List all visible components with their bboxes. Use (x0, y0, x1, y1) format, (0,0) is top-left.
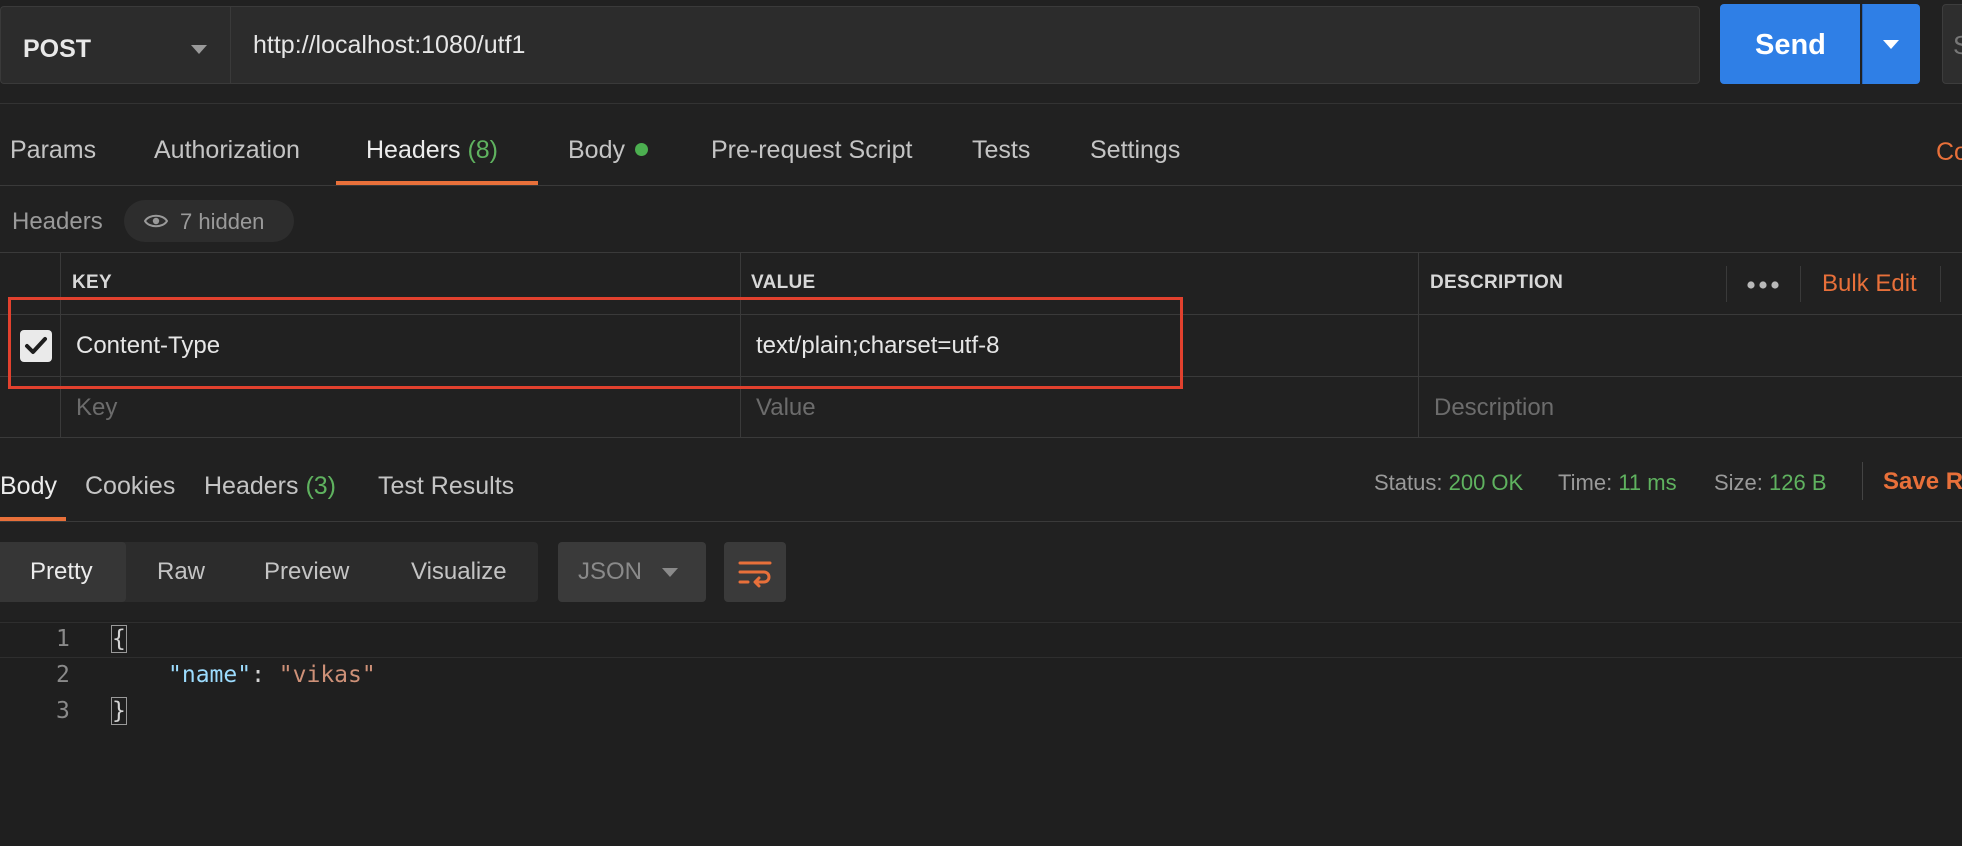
tab-headers[interactable]: Headers (8) (366, 136, 498, 165)
send-button[interactable]: Send (1720, 4, 1860, 84)
cookies-link[interactable]: Co (1936, 138, 1962, 167)
more-options-icon[interactable] (1746, 280, 1780, 290)
json-open-brace: { (111, 625, 127, 653)
tab-params[interactable]: Params (10, 136, 96, 165)
table-divider (0, 314, 1962, 315)
response-view-options: Pretty Raw Preview Visualize (0, 542, 538, 602)
tab-headers-count: (8) (467, 136, 499, 164)
active-tab-indicator (336, 181, 538, 185)
column-header-key: KEY (72, 272, 112, 293)
request-url-bar: POST http://localhost:1080/utf1 Send S (0, 0, 1962, 104)
view-visualize-button[interactable]: Visualize (411, 558, 507, 586)
table-divider (740, 252, 741, 438)
eye-icon (144, 214, 168, 228)
tab-test-results[interactable]: Test Results (378, 472, 514, 501)
status-value: 200 OK (1448, 470, 1524, 495)
tab-authorization[interactable]: Authorization (154, 136, 300, 165)
view-preview-button[interactable]: Preview (264, 558, 349, 586)
headers-section-title: Headers (12, 208, 103, 235)
table-divider (0, 252, 1962, 253)
response-tabs: Body Cookies Headers (3) Test Results St… (0, 440, 1962, 522)
size-label: Size: (1714, 470, 1763, 495)
time-value: 11 ms (1618, 470, 1677, 495)
response-status: Status: 200 OK (1374, 470, 1523, 496)
active-tab-indicator (0, 517, 66, 521)
wrap-lines-icon (738, 561, 772, 588)
url-input[interactable]: http://localhost:1080/utf1 (230, 6, 1700, 84)
header-value-cell[interactable]: text/plain;charset=utf-8 (756, 332, 999, 360)
tab-response-headers[interactable]: Headers (3) (204, 472, 336, 501)
json-key: "name" (168, 662, 252, 688)
send-options-button[interactable] (1862, 4, 1920, 84)
chevron-down-icon (191, 45, 207, 54)
view-pretty-button[interactable]: Pretty (30, 558, 93, 586)
table-divider (0, 376, 1962, 377)
http-method-select[interactable]: POST (0, 6, 230, 84)
hidden-headers-label: 7 hidden (180, 209, 265, 234)
json-close-brace: } (111, 697, 127, 725)
new-header-description-input[interactable]: Description (1434, 394, 1554, 422)
hidden-headers-toggle[interactable]: 7 hidden (124, 200, 294, 242)
checkmark-icon (25, 337, 47, 354)
json-line: "name": "vikas" (168, 662, 376, 688)
new-header-value-input[interactable]: Value (756, 394, 816, 422)
line-number: 1 (56, 626, 70, 652)
json-value: "vikas" (278, 662, 376, 688)
response-format-select[interactable]: JSON (558, 542, 706, 602)
line-number: 2 (56, 662, 70, 688)
tab-response-cookies[interactable]: Cookies (85, 472, 175, 501)
tab-tests[interactable]: Tests (972, 136, 1030, 165)
header-key-cell[interactable]: Content-Type (76, 332, 220, 360)
table-divider (1800, 266, 1801, 302)
headers-table: KEY VALUE DESCRIPTION Bulk Edit Content-… (0, 252, 1962, 438)
save-response-button[interactable]: Save Re (1883, 468, 1962, 496)
table-divider (1418, 252, 1419, 438)
bulk-edit-button[interactable]: Bulk Edit (1822, 270, 1917, 298)
response-body-editor[interactable]: 1 2 3 { "name": "vikas" } (0, 620, 1962, 846)
header-enabled-checkbox[interactable] (20, 330, 52, 362)
tab-body[interactable]: Body (568, 136, 648, 165)
line-number: 3 (56, 698, 70, 724)
tab-response-headers-count: (3) (305, 472, 337, 500)
column-header-description: DESCRIPTION (1430, 272, 1564, 293)
table-divider (60, 252, 61, 438)
tab-response-headers-label: Headers (204, 472, 299, 500)
table-divider (1940, 266, 1941, 302)
status-dot-icon (634, 143, 648, 156)
status-label: Status: (1374, 470, 1443, 495)
tab-settings[interactable]: Settings (1090, 136, 1180, 165)
http-method-label: POST (23, 35, 92, 63)
tab-headers-label: Headers (366, 136, 461, 164)
time-label: Time: (1558, 470, 1613, 495)
table-divider (0, 437, 1962, 438)
json-colon: : (251, 662, 279, 688)
request-tabs: Params Authorization Headers (8) Body Pr… (0, 104, 1962, 186)
response-size: Size: 126 B (1714, 470, 1827, 496)
tab-pre-request-script[interactable]: Pre-request Script (711, 136, 912, 165)
url-text: http://localhost:1080/utf1 (253, 31, 526, 59)
size-value: 126 B (1769, 470, 1827, 495)
response-format-label: JSON (578, 558, 643, 585)
chevron-down-icon (1883, 40, 1899, 49)
view-raw-button[interactable]: Raw (157, 558, 205, 586)
tab-body-label: Body (568, 136, 625, 164)
table-divider (1726, 266, 1727, 302)
save-button[interactable]: S (1942, 4, 1962, 84)
send-button-label: Send (1755, 29, 1826, 61)
column-header-value: VALUE (751, 272, 816, 293)
wrap-lines-button[interactable] (724, 542, 786, 602)
save-button-label: S (1953, 30, 1962, 60)
response-time: Time: 11 ms (1558, 470, 1677, 496)
current-line-highlight (0, 622, 1962, 658)
status-divider (1862, 462, 1863, 500)
chevron-down-icon (662, 568, 678, 577)
new-header-key-input[interactable]: Key (76, 394, 117, 422)
tab-response-body[interactable]: Body (0, 472, 57, 501)
